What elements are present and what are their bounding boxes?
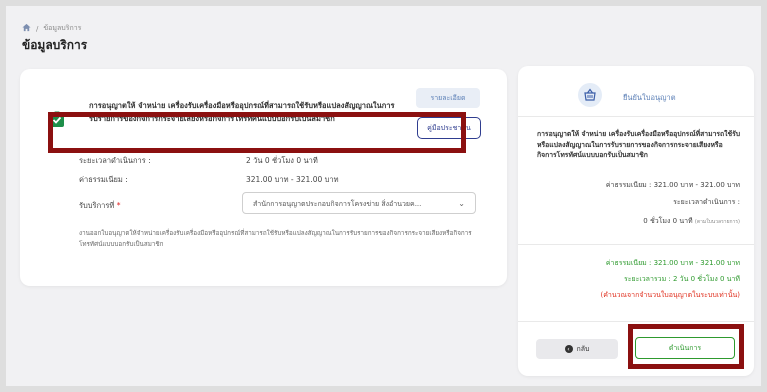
total-time: ระยะเวลารวม : 2 วัน 0 ชั่วโมง 0 นาที — [623, 275, 740, 283]
service-note: งานออกใบอนุญาตให้จำหน่ายเครื่องรับเครื่อ… — [79, 230, 472, 248]
required-mark: * — [116, 201, 121, 210]
service-select-value: สำนักการอนุญาตประกอบกิจการโครงข่าย สิ่งอ… — [253, 200, 422, 208]
breadcrumb-separator: / — [36, 24, 39, 33]
summary-duration-note: (ตามใบนวลรายการ) — [694, 219, 740, 225]
divider — [518, 244, 754, 245]
breadcrumb-current: ข้อมูลบริการ — [43, 24, 82, 32]
duration-value: 2 วัน 0 ชั่วโมง 0 นาที — [246, 156, 318, 165]
summary-title: การอนุญาตให้ จำหน่าย เครื่องรับเครื่องมื… — [537, 130, 741, 159]
summary-duration-label: ระยะเวลาดำเนินการ : — [673, 198, 740, 206]
breadcrumb: / ข้อมูลบริการ — [22, 23, 81, 34]
total-fee: ค่าธรรมเนียม : 321.00 บาท - 321.00 บาท — [605, 259, 740, 267]
service-select-label-text: รับบริการที่ — [79, 201, 115, 210]
back-button[interactable]: ‹ กลับ — [536, 339, 618, 359]
summary-duration-value: 0 ชั่วโมง 0 นาที — [643, 217, 693, 225]
service-select-label: รับบริการที่ * — [79, 200, 120, 212]
duration-label: ระยะเวลาดำเนินการ : — [79, 156, 151, 165]
summary-duration: 0 ชั่วโมง 0 นาที (ตามใบนวลรายการ) — [643, 216, 740, 227]
divider — [518, 116, 754, 117]
detail-button[interactable]: รายละเอียด — [416, 88, 480, 108]
basket-icon — [578, 83, 602, 107]
service-card: การอนุญาตให้ จำหน่าย เครื่องรับเครื่องมื… — [20, 69, 507, 286]
back-arrow-icon: ‹ — [564, 345, 573, 353]
divider — [518, 321, 754, 322]
summary-fee: ค่าธรรมเนียม : 321.00 บาท - 321.00 บาท — [605, 181, 740, 189]
confirm-license-heading: ยืนยันใบอนุญาต — [623, 93, 676, 102]
fee-label: ค่าธรรมเนียม : — [79, 175, 128, 184]
back-button-label: กลับ — [576, 344, 590, 353]
calc-note: (คำนวณจากจำนวนใบอนุญาตในระบบเท่านั้น) — [600, 291, 741, 299]
service-select[interactable]: สำนักการอนุญาตประกอบกิจการโครงข่าย สิ่งอ… — [242, 192, 476, 214]
proceed-highlight-box — [628, 324, 744, 369]
home-icon[interactable] — [22, 23, 31, 34]
page-title: ข้อมูลบริการ — [22, 38, 88, 52]
select-highlight-box — [48, 112, 466, 153]
fee-value: 321.00 บาท - 321.00 บาท — [246, 175, 339, 184]
chevron-down-icon: ⌄ — [458, 199, 465, 208]
